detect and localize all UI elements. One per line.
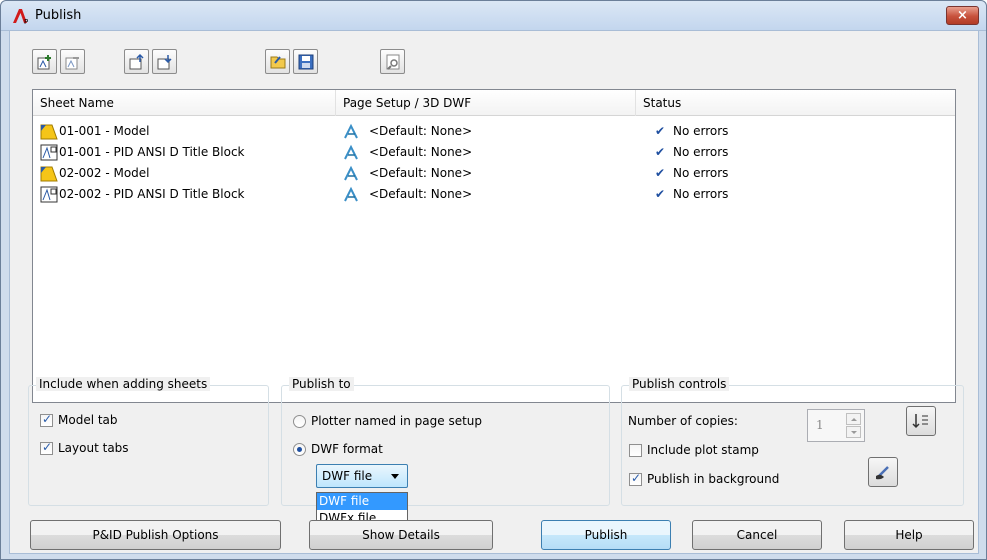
save-list-icon [298, 54, 314, 70]
ok-check-icon: ✔ [655, 187, 666, 201]
plot-stamp-label: Include plot stamp [647, 443, 759, 457]
ok-check-icon: ✔ [655, 145, 666, 159]
dwf-format-combo[interactable]: DWF file [316, 464, 408, 488]
arrow-up-icon [851, 418, 857, 421]
sheet-list[interactable]: Sheet Name Page Setup / 3D DWF Status 01… [32, 89, 956, 403]
page-setup-icon [344, 186, 358, 202]
layout-sheet-icon [40, 186, 58, 203]
copies-value: 1 [816, 418, 824, 432]
reverse-order-icon [912, 414, 928, 429]
copies-label: Number of copies: [628, 414, 738, 428]
preview-button[interactable] [380, 49, 405, 74]
remove-sheets-icon [65, 57, 79, 70]
sheet-order-button[interactable] [906, 406, 936, 436]
sheet-row[interactable]: 01-001 - PID ANSI D Title Block <Default… [33, 142, 955, 163]
pid-publish-options-button[interactable]: P&ID Publish Options [30, 520, 281, 550]
sheet-name: 01-001 - Model [59, 124, 150, 138]
plot-stamp-icon [876, 466, 889, 480]
status-text: No errors [673, 124, 729, 138]
publish-button[interactable]: Publish [541, 520, 671, 550]
close-button[interactable]: × [946, 6, 979, 25]
sheet-row[interactable]: 02-002 - PID ANSI D Title Block <Default… [33, 184, 955, 205]
checkmark-icon: ✓ [631, 471, 642, 485]
window-title: Publish [35, 8, 82, 23]
move-down-icon [157, 55, 172, 70]
add-sheets-button[interactable] [32, 49, 57, 74]
arrow-down-icon [851, 431, 857, 434]
dialog-client: Sheet Name Page Setup / 3D DWF Status 01… [9, 31, 979, 554]
move-up-icon [129, 53, 144, 70]
page-setup-icon [344, 165, 358, 181]
column-page-setup[interactable]: Page Setup / 3D DWF [336, 90, 636, 116]
close-icon: × [957, 8, 968, 23]
publish-to-title: Publish to [289, 377, 354, 391]
page-setup-value: <Default: None> [369, 166, 473, 180]
sheet-row[interactable]: 02-002 - Model <Default: None> ✔ No erro… [33, 163, 955, 184]
ok-check-icon: ✔ [655, 166, 666, 180]
remove-sheets-button[interactable] [60, 49, 85, 74]
layout-tabs-label: Layout tabs [58, 441, 129, 455]
sheet-name: 01-001 - PID ANSI D Title Block [59, 145, 245, 159]
autocad-app-icon: P [13, 9, 28, 25]
status-text: No errors [673, 187, 729, 201]
dwf-format-label: DWF format [311, 442, 383, 456]
svg-text:P: P [24, 18, 28, 25]
column-status[interactable]: Status [636, 90, 955, 116]
page-setup-value: <Default: None> [369, 124, 473, 138]
publish-background-label: Publish in background [647, 472, 780, 486]
load-list-icon [270, 56, 286, 69]
move-up-button[interactable] [124, 49, 149, 74]
checkmark-icon: ✓ [42, 412, 53, 426]
page-setup-icon [344, 123, 358, 139]
layout-sheet-icon [40, 144, 58, 161]
save-sheet-list-button[interactable] [293, 49, 318, 74]
add-sheets-icon [37, 55, 51, 70]
spin-up-button[interactable] [846, 413, 861, 425]
ok-check-icon: ✔ [655, 124, 666, 138]
load-sheet-list-button[interactable] [265, 49, 290, 74]
model-tab-checkbox[interactable]: ✓ [40, 412, 53, 427]
page-setup-value: <Default: None> [369, 145, 473, 159]
spin-down-button[interactable] [846, 426, 861, 438]
chevron-down-icon [391, 474, 399, 479]
plotter-radio[interactable] [293, 415, 306, 428]
plot-stamp-settings-button[interactable] [868, 457, 898, 487]
help-button[interactable]: Help [844, 520, 974, 550]
model-tab-label: Model tab [58, 413, 118, 427]
show-details-button[interactable]: Show Details [309, 520, 493, 550]
title-bar[interactable]: P Publish × [1, 1, 986, 31]
copies-spinner[interactable]: 1 [807, 409, 865, 442]
status-text: No errors [673, 145, 729, 159]
page-setup-icon [344, 144, 358, 160]
sheet-list-header: Sheet Name Page Setup / 3D DWF Status [33, 90, 955, 116]
combo-value: DWF file [322, 469, 373, 483]
include-sheets-title: Include when adding sheets [36, 377, 211, 391]
model-sheet-icon [40, 124, 58, 140]
plot-stamp-checkbox[interactable] [629, 444, 642, 457]
dropdown-option-dwf[interactable]: DWF file [317, 493, 407, 510]
move-down-button[interactable] [152, 49, 177, 74]
publish-background-checkbox[interactable]: ✓ [629, 471, 642, 486]
layout-tabs-checkbox[interactable]: ✓ [40, 440, 53, 455]
sheet-name: 02-002 - PID ANSI D Title Block [59, 187, 245, 201]
model-sheet-icon [40, 166, 58, 182]
cancel-button[interactable]: Cancel [692, 520, 822, 550]
checkmark-icon: ✓ [42, 440, 53, 454]
plotter-label: Plotter named in page setup [311, 414, 483, 428]
publish-controls-title: Publish controls [629, 377, 730, 391]
publish-dialog: P Publish × Sheet Name Page Setup / 3D D… [0, 0, 987, 560]
column-sheet-name[interactable]: Sheet Name [33, 90, 336, 116]
status-text: No errors [673, 166, 729, 180]
dwf-format-radio[interactable] [293, 443, 306, 456]
preview-icon [386, 54, 400, 70]
sheet-name: 02-002 - Model [59, 166, 150, 180]
sheet-row[interactable]: 01-001 - Model <Default: None> ✔ No erro… [33, 121, 955, 142]
page-setup-value: <Default: None> [369, 187, 473, 201]
